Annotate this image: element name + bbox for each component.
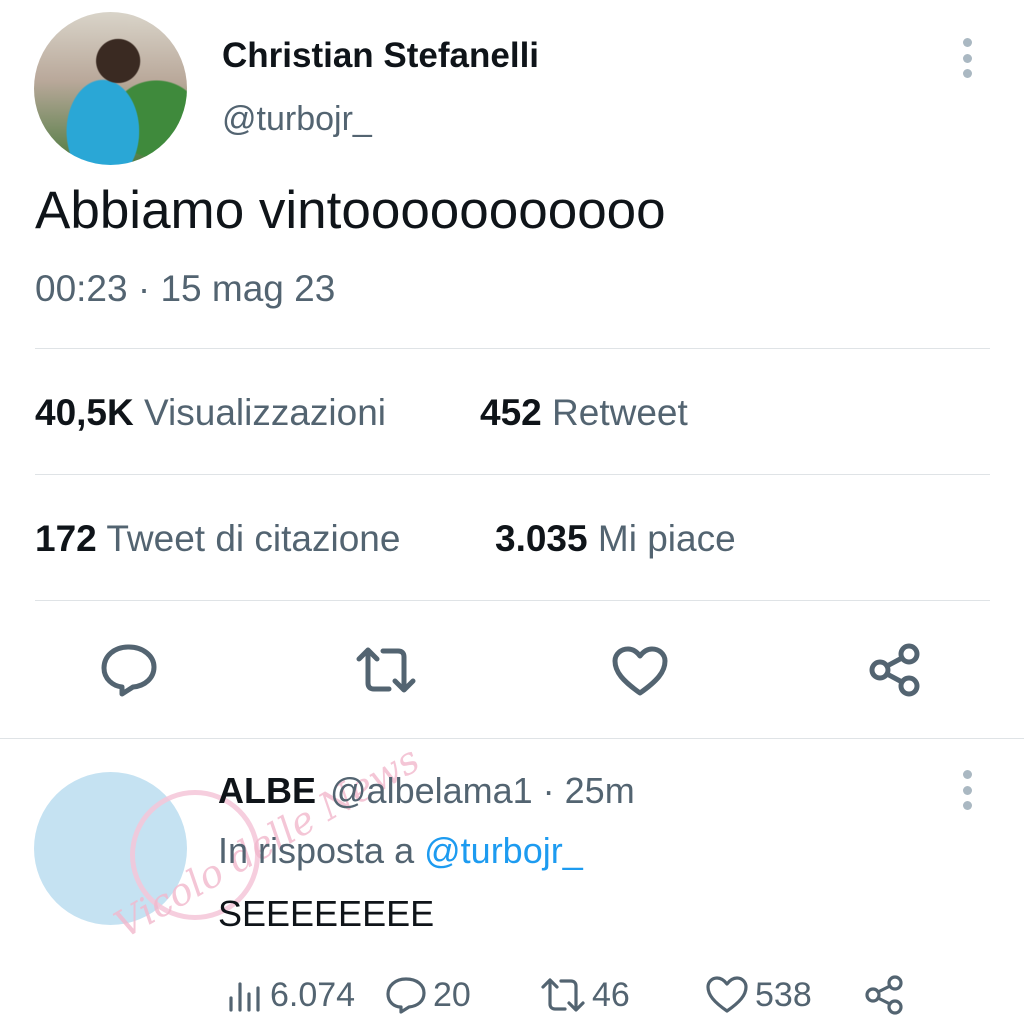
reply-context-mention[interactable]: @turbojr_ bbox=[424, 830, 583, 871]
retweets-stat[interactable]: 452 Retweet bbox=[480, 392, 688, 434]
retweets-label: Retweet bbox=[552, 392, 688, 433]
reply-share-button[interactable] bbox=[862, 975, 906, 1015]
reply-views-count: 6.074 bbox=[270, 975, 356, 1014]
share-icon bbox=[869, 643, 920, 697]
reply-views-button[interactable]: 6.074 bbox=[226, 975, 355, 1015]
like-icon bbox=[706, 976, 748, 1013]
share-icon bbox=[865, 975, 903, 1015]
quotes-stat[interactable]: 172 Tweet di citazione bbox=[35, 518, 400, 560]
likes-count: 3.035 bbox=[495, 518, 588, 559]
reply-retweets-count: 46 bbox=[592, 975, 630, 1014]
reply-retweet-button[interactable]: 46 bbox=[540, 975, 630, 1015]
views-stat[interactable]: 40,5K Visualizzazioni bbox=[35, 392, 386, 434]
quotes-count: 172 bbox=[35, 518, 97, 559]
retweet-icon bbox=[356, 647, 416, 693]
likes-stat[interactable]: 3.035 Mi piace bbox=[495, 518, 736, 560]
reply-context-label: In risposta a bbox=[218, 830, 415, 871]
quotes-label: Tweet di citazione bbox=[106, 518, 401, 559]
reply-text: SEEEEEEEE bbox=[218, 893, 435, 934]
retweet-icon bbox=[541, 978, 585, 1012]
tweet-timestamp[interactable]: 00:23 · 15 mag 23 bbox=[35, 268, 335, 310]
reply-icon bbox=[101, 644, 157, 697]
reply-replies-count: 20 bbox=[433, 975, 471, 1014]
reply-likes-count: 538 bbox=[755, 975, 812, 1014]
retweets-count: 452 bbox=[480, 392, 542, 433]
more-options-icon[interactable] bbox=[960, 38, 974, 78]
thread-separator bbox=[0, 738, 1024, 739]
like-icon bbox=[612, 646, 668, 696]
analytics-icon bbox=[229, 982, 260, 1012]
likes-label: Mi piace bbox=[597, 518, 736, 559]
reply-button[interactable] bbox=[100, 642, 158, 703]
reply-author-name[interactable]: ALBE bbox=[218, 770, 316, 812]
author-avatar[interactable] bbox=[34, 12, 187, 165]
reply-icon bbox=[386, 977, 426, 1014]
views-count: 40,5K bbox=[35, 392, 134, 433]
author-handle[interactable]: @turbojr_ bbox=[222, 100, 372, 139]
share-button[interactable] bbox=[866, 642, 924, 703]
author-name[interactable]: Christian Stefanelli bbox=[222, 36, 539, 76]
reply-like-button[interactable]: 538 bbox=[705, 975, 812, 1015]
views-label: Visualizzazioni bbox=[144, 392, 387, 433]
tweet-text: Abbiamo vintooooooooooo bbox=[35, 181, 666, 240]
reply-reply-button[interactable]: 20 bbox=[385, 975, 471, 1015]
reply-author-meta[interactable]: @albelama1 · 25m bbox=[330, 770, 635, 812]
divider bbox=[35, 474, 990, 475]
divider bbox=[35, 600, 990, 601]
reply-more-options-icon[interactable] bbox=[960, 770, 974, 810]
like-button[interactable] bbox=[611, 645, 669, 702]
retweet-button[interactable] bbox=[355, 645, 417, 700]
reply-context: In risposta a @turbojr_ bbox=[218, 830, 583, 872]
divider bbox=[35, 348, 990, 349]
